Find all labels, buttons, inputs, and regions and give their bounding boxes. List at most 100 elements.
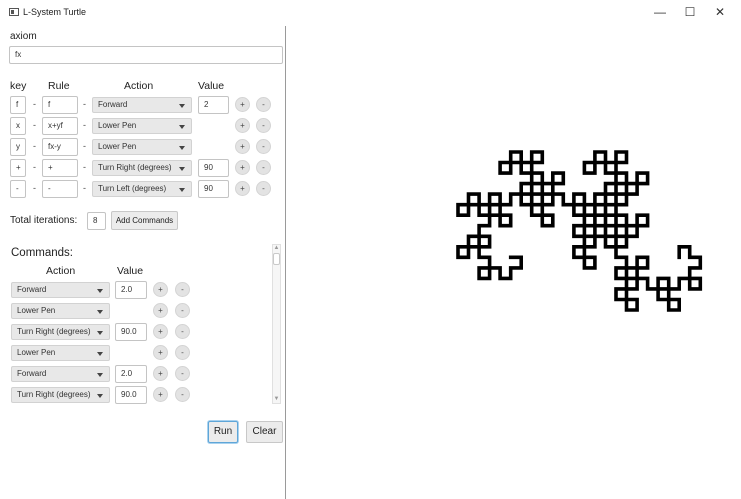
rule-key-input[interactable]: -: [10, 180, 26, 198]
turtle-canvas: [456, 150, 703, 312]
rule-add-button[interactable]: +: [235, 139, 250, 154]
rule-production-input[interactable]: +: [42, 159, 78, 177]
commands-action-header: Action: [46, 265, 76, 277]
command-remove-button[interactable]: -: [175, 282, 190, 297]
dragon-curve-path: [456, 150, 703, 312]
command-action-select[interactable]: Forward: [11, 366, 110, 382]
close-icon[interactable]: ✕: [711, 4, 729, 20]
command-action-select[interactable]: Forward: [11, 282, 110, 298]
chevron-down-icon: [179, 167, 185, 171]
scroll-up-icon[interactable]: ▲: [273, 245, 280, 251]
scroll-down-icon[interactable]: ▼: [273, 396, 280, 402]
rules-action-header: Action: [124, 80, 154, 92]
rule-action-select[interactable]: Lower Pen: [92, 139, 192, 155]
rule-production-input[interactable]: f: [42, 96, 78, 114]
rule-dash: -: [33, 99, 36, 109]
rule-action-value: Forward: [98, 100, 128, 109]
command-add-button[interactable]: +: [153, 282, 168, 297]
chevron-down-icon: [97, 373, 103, 377]
iterations-label: Total iterations:: [10, 215, 78, 226]
command-add-button[interactable]: +: [153, 345, 168, 360]
command-remove-button[interactable]: -: [175, 345, 190, 360]
chevron-down-icon: [97, 331, 103, 335]
run-button[interactable]: Run: [208, 421, 238, 443]
command-action-value: Turn Right (degrees): [17, 390, 91, 399]
rule-dash: -: [33, 183, 36, 193]
chevron-down-icon: [97, 310, 103, 314]
rules-rule-header: Rule: [48, 80, 70, 92]
rule-remove-button[interactable]: -: [256, 139, 271, 154]
command-action-value: Forward: [17, 285, 47, 294]
command-value-input[interactable]: 2.0: [115, 365, 147, 383]
iterations-input[interactable]: 8: [87, 212, 106, 230]
command-action-select[interactable]: Turn Right (degrees): [11, 387, 110, 403]
command-action-value: Lower Pen: [17, 306, 56, 315]
rule-dash: -: [83, 120, 86, 130]
minimize-icon[interactable]: —: [651, 4, 669, 20]
commands-value-header: Value: [117, 265, 144, 277]
chevron-down-icon: [179, 188, 185, 192]
window-title: L-System Turtle: [23, 7, 87, 17]
clear-button[interactable]: Clear: [246, 421, 283, 443]
rule-value-input[interactable]: 90: [198, 159, 229, 177]
command-value-input[interactable]: 90.0: [115, 386, 147, 404]
add-commands-button[interactable]: Add Commands: [111, 211, 178, 230]
chevron-down-icon: [179, 125, 185, 129]
rule-action-value: Lower Pen: [98, 121, 137, 130]
rule-dash: -: [83, 99, 86, 109]
rule-remove-button[interactable]: -: [256, 160, 271, 175]
rules-value-header: Value: [198, 80, 225, 92]
rule-action-value: Turn Right (degrees): [98, 163, 172, 172]
rule-dash: -: [33, 120, 36, 130]
rule-dash: -: [83, 183, 86, 193]
rule-key-input[interactable]: +: [10, 159, 26, 177]
rule-add-button[interactable]: +: [235, 181, 250, 196]
chevron-down-icon: [97, 394, 103, 398]
command-action-select[interactable]: Lower Pen: [11, 303, 110, 319]
command-add-button[interactable]: +: [153, 303, 168, 318]
command-remove-button[interactable]: -: [175, 366, 190, 381]
command-action-select[interactable]: Turn Right (degrees): [11, 324, 110, 340]
commands-title: Commands:: [11, 247, 73, 259]
rule-remove-button[interactable]: -: [256, 181, 271, 196]
rule-value-input[interactable]: 2: [198, 96, 229, 114]
command-add-button[interactable]: +: [153, 324, 168, 339]
rule-dash: -: [83, 162, 86, 172]
rule-remove-button[interactable]: -: [256, 118, 271, 133]
command-remove-button[interactable]: -: [175, 303, 190, 318]
command-add-button[interactable]: +: [153, 387, 168, 402]
rule-dash: -: [33, 141, 36, 151]
rule-key-input[interactable]: f: [10, 96, 26, 114]
rule-production-input[interactable]: -: [42, 180, 78, 198]
command-add-button[interactable]: +: [153, 366, 168, 381]
maximize-icon[interactable]: ☐: [681, 4, 699, 20]
rule-add-button[interactable]: +: [235, 118, 250, 133]
rule-key-input[interactable]: y: [10, 138, 26, 156]
rule-action-select[interactable]: Turn Right (degrees): [92, 160, 192, 176]
axiom-input[interactable]: fx: [9, 46, 283, 64]
commands-scrollbar[interactable]: [272, 244, 281, 404]
command-value-input[interactable]: 90.0: [115, 323, 147, 341]
axiom-label: axiom: [10, 31, 37, 42]
rule-action-select[interactable]: Forward: [92, 97, 192, 113]
rule-value-input[interactable]: 90: [198, 180, 229, 198]
rule-add-button[interactable]: +: [235, 97, 250, 112]
rule-key-input[interactable]: x: [10, 117, 26, 135]
command-action-value: Lower Pen: [17, 348, 56, 357]
rule-dash: -: [83, 141, 86, 151]
rule-production-input[interactable]: fx-y: [42, 138, 78, 156]
app-icon: [9, 8, 19, 16]
rule-action-value: Lower Pen: [98, 142, 137, 151]
command-action-value: Turn Right (degrees): [17, 327, 91, 336]
rule-action-select[interactable]: Turn Left (degrees): [92, 181, 192, 197]
rule-production-input[interactable]: x+yf: [42, 117, 78, 135]
rule-remove-button[interactable]: -: [256, 97, 271, 112]
command-remove-button[interactable]: -: [175, 387, 190, 402]
rule-action-select[interactable]: Lower Pen: [92, 118, 192, 134]
command-remove-button[interactable]: -: [175, 324, 190, 339]
command-action-select[interactable]: Lower Pen: [11, 345, 110, 361]
command-value-input[interactable]: 2.0: [115, 281, 147, 299]
scrollbar-thumb[interactable]: [273, 253, 280, 265]
chevron-down-icon: [179, 146, 185, 150]
rule-add-button[interactable]: +: [235, 160, 250, 175]
